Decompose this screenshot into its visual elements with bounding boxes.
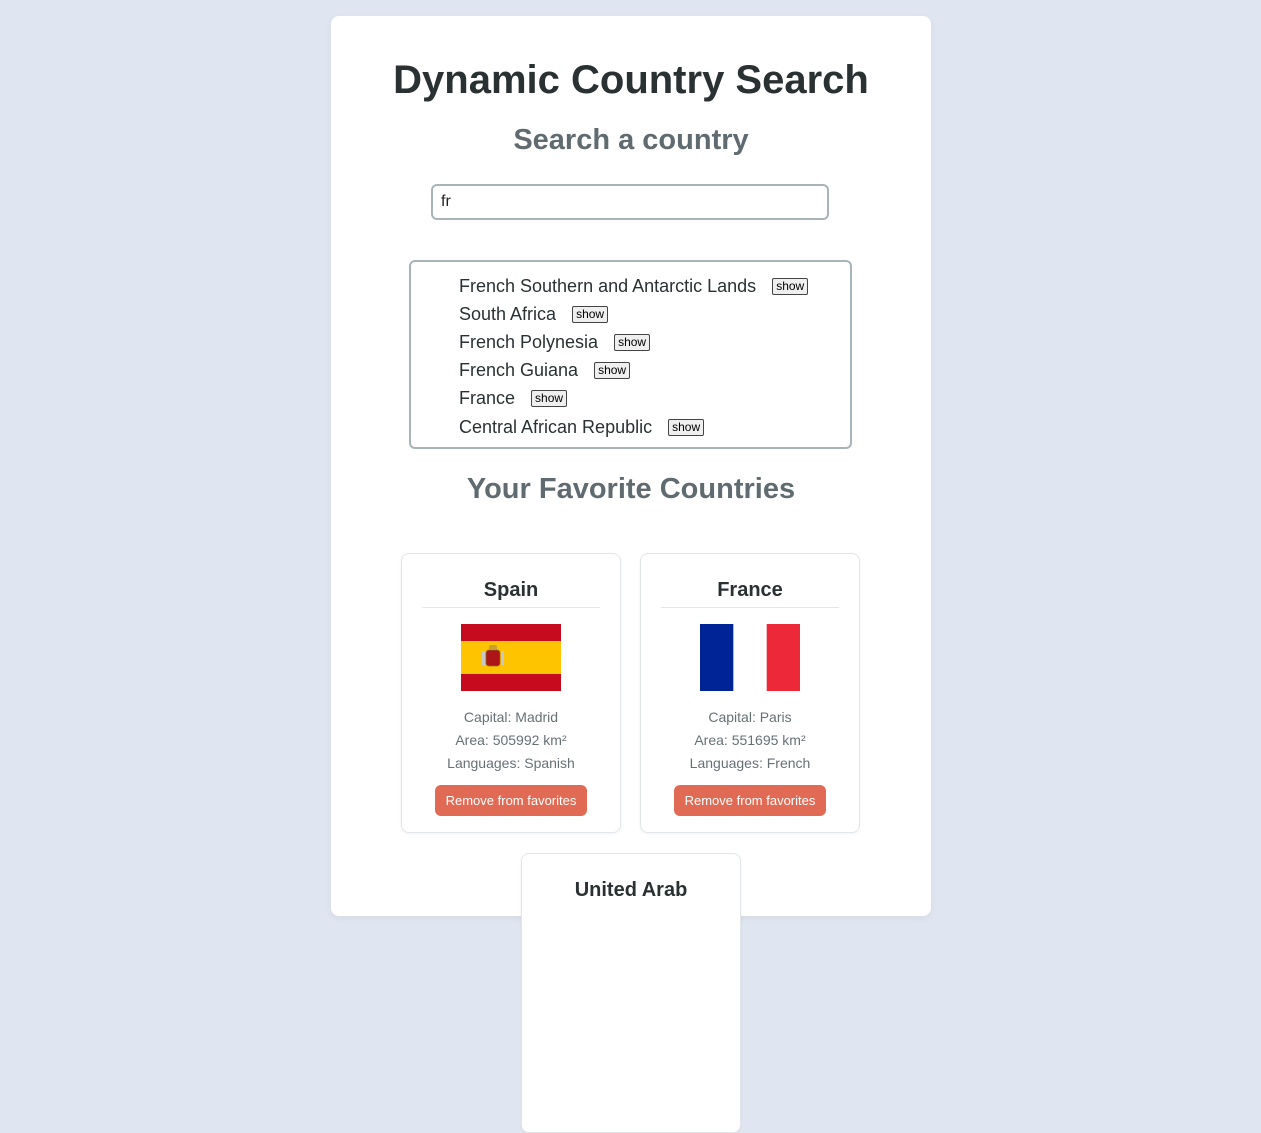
country-name: French Polynesia [459, 331, 599, 352]
card-country-name: France [661, 578, 839, 608]
show-button[interactable]: show [772, 277, 809, 295]
languages-text: Languages: Spanish [447, 755, 575, 771]
country-name: French Southern and Antarctic Lands [459, 275, 757, 296]
list-item: South Africa show [459, 300, 850, 328]
page-title: Dynamic Country Search [393, 58, 869, 102]
main-panel: Dynamic Country Search Search a country … [331, 16, 931, 1133]
show-button[interactable]: show [594, 362, 631, 380]
favorites-heading: Your Favorite Countries [466, 473, 796, 505]
capital-text: Capital: Madrid [463, 709, 559, 725]
country-name: French Guiana [459, 360, 579, 381]
list-item: French Guiana show [459, 357, 850, 385]
remove-from-favorites-button[interactable]: Remove from favorites [673, 785, 827, 816]
favorite-card-france: France Capital: Paris Area: 551695 km² L… [640, 553, 860, 833]
area-text: Area: 505992 km² [455, 732, 567, 748]
languages-text: Languages: French [689, 755, 811, 771]
show-button[interactable]: show [572, 305, 609, 323]
list-item: Central African Republic show [459, 413, 850, 441]
remove-from-favorites-button[interactable]: Remove from favorites [434, 785, 588, 816]
search-results-list: French Southern and Antarctic Lands show … [409, 260, 852, 449]
show-button[interactable]: show [531, 390, 568, 408]
favorite-card-spain: Spain Capital: Madrid Area: 505992 km² L… [401, 553, 621, 833]
card-country-name: Spain [422, 578, 600, 608]
search-heading: Search a country [513, 124, 749, 156]
list-item: French Southern and Antarctic Lands show [459, 272, 850, 300]
show-button[interactable]: show [668, 418, 705, 436]
country-name: France [459, 388, 516, 409]
spain-flag-icon [461, 624, 561, 691]
capital-text: Capital: Paris [708, 709, 792, 725]
card-country-name: United Arab [574, 879, 688, 901]
list-item: France show [459, 385, 850, 413]
favorite-card-uae: United Arab [521, 853, 741, 1133]
search-input[interactable] [431, 184, 829, 220]
france-flag-icon [700, 624, 800, 691]
list-item: French Polynesia show [459, 328, 850, 356]
area-text: Area: 551695 km² [694, 732, 806, 748]
show-button[interactable]: show [614, 333, 651, 351]
country-name: Central African Republic [459, 416, 653, 437]
country-name: South Africa [459, 303, 557, 324]
